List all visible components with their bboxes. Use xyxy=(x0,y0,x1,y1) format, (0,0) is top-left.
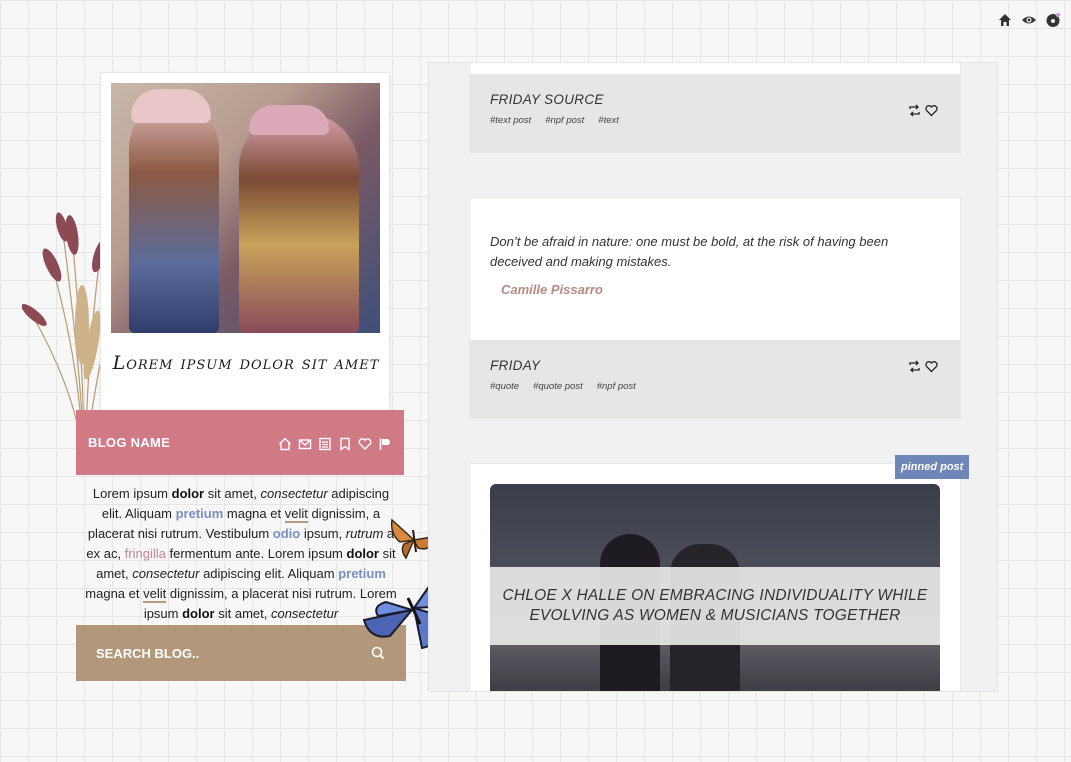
profile-photo xyxy=(111,83,380,333)
tag-link[interactable]: #text xyxy=(598,115,619,126)
post-actions xyxy=(908,358,938,373)
top-nav xyxy=(997,12,1061,28)
blog-name[interactable]: BLOG NAME xyxy=(88,435,170,450)
post-quote: Don’t be afraid in nature: one must be b… xyxy=(469,197,961,419)
flag-icon[interactable] xyxy=(378,436,392,450)
blog-name-bar: BLOG NAME xyxy=(76,410,404,475)
post-tags: #text post #npf post #text xyxy=(490,115,940,126)
blog-description: Lorem ipsum dolor sit amet, consectetur … xyxy=(85,486,397,621)
tag-link[interactable]: #npf post xyxy=(597,381,636,392)
description-link[interactable]: pretium xyxy=(176,506,224,521)
quote-source: Camille Pissarro xyxy=(501,282,603,297)
quote-body: Don’t be afraid in nature: one must be b… xyxy=(470,198,960,340)
palette-icon[interactable] xyxy=(1045,12,1061,28)
article-image[interactable]: CHLOE X HALLE ON EMBRACING INDIVIDUALITY… xyxy=(490,484,940,691)
tag-link[interactable]: #quote post xyxy=(533,381,583,392)
heart-icon[interactable] xyxy=(358,436,372,450)
quote-text: Don’t be afraid in nature: one must be b… xyxy=(490,234,889,269)
eye-icon[interactable] xyxy=(1021,12,1037,28)
home-icon[interactable] xyxy=(278,436,292,450)
post-pinned: CHLOE X HALLE ON EMBRACING INDIVIDUALITY… xyxy=(469,463,961,691)
posts-column: FRIDAY SOURCE #text post #npf post #text… xyxy=(428,62,998,692)
tag-link[interactable]: #text post xyxy=(490,115,531,126)
post-tags: #quote #quote post #npf post xyxy=(490,381,940,392)
search-bar[interactable]: SEARCH BLOG.. xyxy=(76,625,406,681)
reblog-icon[interactable] xyxy=(908,358,921,373)
profile-polaroid: Lorem ipsum dolor sit amet xyxy=(100,72,390,418)
post-footer: FRIDAY SOURCE #text post #npf post #text xyxy=(470,74,960,152)
search-input[interactable]: SEARCH BLOG.. xyxy=(96,646,199,661)
post-actions xyxy=(908,102,938,117)
archive-icon[interactable] xyxy=(318,436,332,450)
article-headline[interactable]: CHLOE X HALLE ON EMBRACING INDIVIDUALITY… xyxy=(490,567,940,645)
blog-title: Lorem ipsum dolor sit amet xyxy=(112,352,380,374)
post-title[interactable]: FRIDAY xyxy=(490,358,940,373)
description-link[interactable]: odio xyxy=(273,526,300,541)
blog-nav-icons xyxy=(278,436,392,451)
like-icon[interactable] xyxy=(925,102,938,117)
like-icon[interactable] xyxy=(925,358,938,373)
post-text: FRIDAY SOURCE #text post #npf post #text xyxy=(469,63,961,153)
reblog-icon[interactable] xyxy=(908,102,921,117)
post-footer: FRIDAY #quote #quote post #npf post xyxy=(470,340,960,418)
bookmark-icon[interactable] xyxy=(338,436,352,451)
mail-icon[interactable] xyxy=(298,436,312,450)
pinned-badge: pinned post xyxy=(895,455,970,479)
tag-link[interactable]: #quote xyxy=(490,381,519,392)
home-icon[interactable] xyxy=(997,12,1013,28)
post-title[interactable]: FRIDAY SOURCE xyxy=(490,92,940,107)
tag-link[interactable]: #npf post xyxy=(545,115,584,126)
